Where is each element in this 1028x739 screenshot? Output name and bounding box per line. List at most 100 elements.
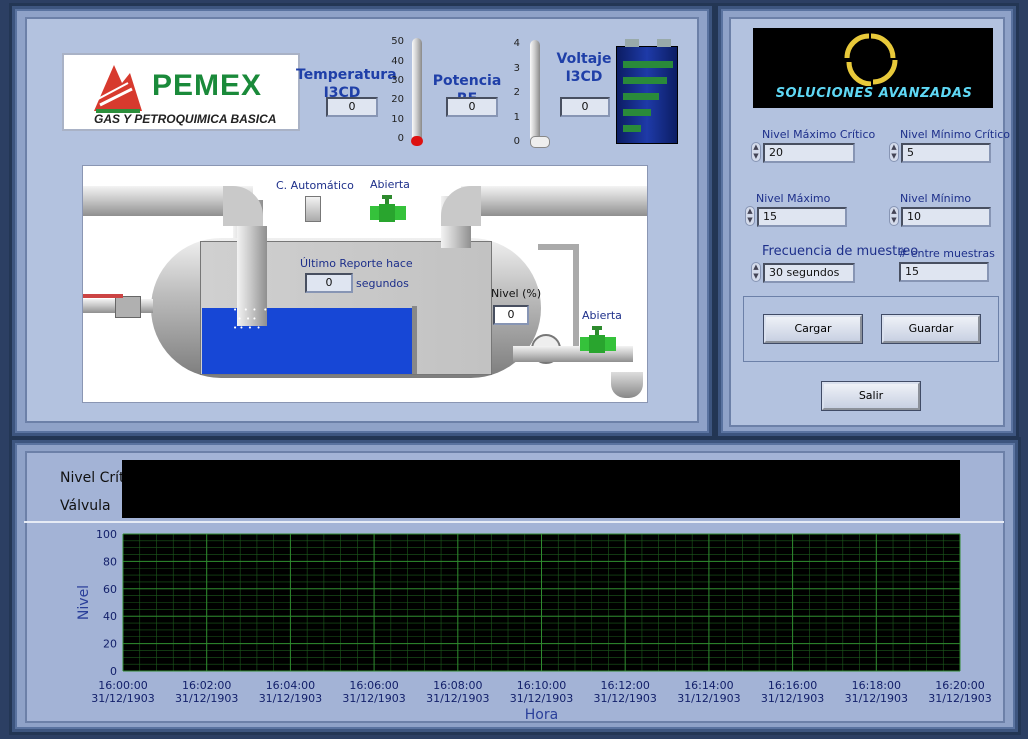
temp-tick: 40 (391, 56, 404, 67)
pemex-brand: PEMEX (152, 69, 263, 102)
pemex-subtitle: GAS Y PETROQUIMICA BASICA (94, 112, 277, 126)
battery-terminal (625, 39, 639, 47)
x-tick-date: 31/12/1903 (928, 692, 991, 705)
x-tick-time: 16:12:00 (600, 679, 649, 692)
entre-input[interactable]: 15 (899, 262, 989, 282)
x-tick-date: 31/12/1903 (426, 692, 489, 705)
potencia-slider-thumb[interactable] (530, 136, 550, 148)
x-tick-time: 16:14:00 (684, 679, 733, 692)
pipe-top-right (461, 186, 647, 216)
battery-bar (623, 109, 651, 116)
x-tick-time: 16:20:00 (935, 679, 984, 692)
left-valve (115, 296, 141, 318)
voltaje-value: 0 (560, 97, 610, 117)
max-input[interactable]: 15 (757, 207, 847, 227)
valve-green-2-icon[interactable] (580, 326, 616, 356)
min-critico-label: Nivel Mínimo Crítico (900, 128, 1011, 141)
pot-tick: 0 (513, 136, 520, 147)
max-critico-spinner[interactable]: ▲ ▼ (751, 142, 761, 162)
battery-bar (623, 61, 673, 68)
cargar-button[interactable]: Cargar (764, 315, 862, 343)
temperatura-value: 0 (326, 97, 378, 117)
battery-bar (623, 93, 659, 100)
company-name: SOLUCIONES AVANZADAS (775, 86, 973, 101)
temp-tick: 0 (397, 133, 404, 144)
y-tick-label: 40 (103, 610, 117, 623)
battery-terminal (657, 39, 671, 47)
aperture-icon (844, 33, 898, 86)
chart-separator (24, 521, 1004, 523)
digital-label-1: Nivel Crítico (60, 470, 122, 486)
temp-tick: 50 (391, 36, 404, 47)
x-tick-time: 16:00:00 (98, 679, 147, 692)
salir-button[interactable]: Salir (822, 382, 920, 410)
thermometer-bulb (411, 136, 423, 146)
x-tick-date: 31/12/1903 (91, 692, 154, 705)
max-label: Nivel Máximo (756, 192, 831, 205)
x-tick-time: 16:08:00 (433, 679, 482, 692)
pipe-right-down (573, 246, 579, 346)
x-tick-date: 31/12/1903 (259, 692, 322, 705)
report-value: 0 (305, 273, 353, 293)
voltaje-title: Voltaje I3CD (556, 51, 612, 85)
valve1-label: Abierta (370, 178, 410, 191)
y-tick-label: 20 (103, 638, 117, 651)
x-tick-date: 31/12/1903 (175, 692, 238, 705)
y-tick-label: 100 (96, 528, 117, 541)
guardar-button[interactable]: Guardar (882, 315, 980, 343)
temp-tick: 30 (391, 75, 404, 86)
battery-bar (623, 77, 667, 84)
x-tick-time: 16:10:00 (517, 679, 566, 692)
potencia-value: 0 (446, 97, 498, 117)
x-tick-date: 31/12/1903 (510, 692, 573, 705)
pot-tick: 2 (513, 87, 520, 98)
freq-spinner[interactable]: ▲ ▼ (751, 262, 761, 282)
report-label: Último Reporte hace (300, 257, 413, 270)
min-critico-input[interactable]: 5 (901, 143, 991, 163)
battery-bar (623, 125, 641, 132)
min-input[interactable]: 10 (901, 207, 991, 227)
bubbles: • • • • • • • • • • • (233, 306, 268, 332)
level-chart: 16:00:0031/12/190316:02:0031/12/190316:0… (76, 528, 992, 723)
level-label: Nivel (%) (491, 287, 542, 300)
company-logo: SOLUCIONES AVANZADAS (753, 28, 993, 108)
max-spinner[interactable]: ▲ ▼ (745, 206, 755, 226)
auto-switch[interactable] (305, 196, 321, 222)
y-tick-label: 60 (103, 583, 117, 596)
temp-tick: 10 (391, 114, 404, 125)
valve-green-icon[interactable] (370, 195, 406, 225)
pipe-elbow-left (223, 186, 263, 226)
thermometer (412, 38, 422, 142)
freq-input[interactable]: 30 segundos (763, 263, 855, 283)
potencia-slider-track[interactable] (530, 40, 540, 142)
battery-icon (616, 39, 678, 144)
x-tick-time: 16:04:00 (266, 679, 315, 692)
pipe-outlet (441, 226, 471, 248)
bucket-icon (611, 372, 643, 398)
x-tick-date: 31/12/1903 (342, 692, 405, 705)
pot-tick: 1 (513, 112, 520, 123)
max-critico-label: Nivel Máximo Crítico (762, 128, 876, 141)
valve2-label: Abierta (582, 309, 622, 322)
min-critico-spinner[interactable]: ▲ ▼ (889, 142, 899, 162)
min-spinner[interactable]: ▲ ▼ (889, 206, 899, 226)
min-label: Nivel Mínimo (900, 192, 972, 205)
left-valve-handle (83, 294, 123, 298)
freq-label: Frecuencia de muestreo (762, 244, 919, 259)
x-tick-date: 31/12/1903 (845, 692, 908, 705)
pemex-logo: PEMEX GAS Y PETROQUIMICA BASICA (62, 53, 300, 131)
pot-tick: 4 (513, 38, 520, 49)
auto-label: C. Automático (276, 179, 354, 192)
max-critico-input[interactable]: 20 (763, 143, 855, 163)
pipe-right-top (538, 244, 579, 250)
x-tick-time: 16:02:00 (182, 679, 231, 692)
x-tick-date: 31/12/1903 (593, 692, 656, 705)
level-value: 0 (493, 305, 529, 325)
x-tick-time: 16:18:00 (852, 679, 901, 692)
temp-tick: 20 (391, 94, 404, 105)
pemex-eagle-icon (94, 65, 142, 113)
pipe-elbow-right (441, 186, 481, 226)
y-tick-label: 80 (103, 555, 117, 568)
x-tick-date: 31/12/1903 (677, 692, 740, 705)
report-unit: segundos (356, 277, 409, 290)
